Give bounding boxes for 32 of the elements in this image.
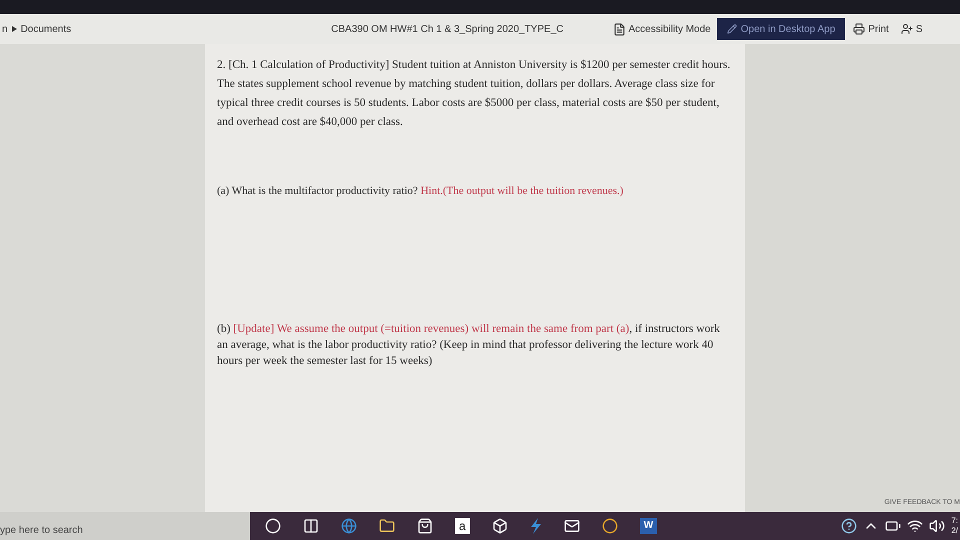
store-icon[interactable] bbox=[417, 518, 433, 534]
printer-icon bbox=[853, 23, 866, 35]
wifi-icon[interactable] bbox=[907, 518, 924, 534]
breadcrumb-item[interactable]: n bbox=[2, 22, 8, 36]
word-app-icon[interactable]: W bbox=[640, 518, 658, 534]
folder-icon[interactable] bbox=[379, 518, 395, 534]
speaker-icon[interactable] bbox=[929, 518, 946, 534]
accessibility-mode-button[interactable]: Accessibility Mode bbox=[613, 22, 711, 36]
breadcrumb-item[interactable]: Documents bbox=[20, 22, 72, 36]
question-text: (b) [Update] We assume the output (=tuition revenues) will remain the same from part (a), if instructors work an average, what is the labor productivity ratio? (Keep in mind that professor delivering the lecture work 40 hours per week the semester last for 15 weeks) bbox=[217, 322, 721, 369]
help-icon[interactable] bbox=[841, 518, 858, 534]
mail-icon[interactable] bbox=[564, 518, 580, 534]
document-title: CBA390 OM HW#1 Ch 1 & 3_Spring 2020_TYPE_C bbox=[331, 22, 564, 36]
problem-text: 2. [Ch. 1 Calculation of Productivity] Student tuition at Anniston University is $1200 per semester credit hours. The states supplement school revenue by matching student tuition, dollars per dollars. Average class size for typical three credit courses is 50 students. Labor costs are $5000 per class, material costs are $50 per student, and overhead cost are $40,000 per class. bbox=[217, 58, 732, 130]
task-view-icon[interactable] bbox=[303, 518, 319, 534]
person-add-icon bbox=[900, 23, 913, 35]
pencil-icon bbox=[726, 24, 737, 34]
cortana-icon[interactable] bbox=[265, 518, 281, 534]
lightning-icon[interactable] bbox=[530, 518, 542, 534]
browser-icon[interactable] bbox=[341, 518, 357, 534]
clock-time: 7: bbox=[951, 516, 958, 526]
open-in-desktop-app-button[interactable]: Open in Desktop App bbox=[716, 18, 846, 40]
question-text: What is the multifactor productivity ratio? bbox=[232, 185, 418, 197]
share-button[interactable]: S bbox=[900, 22, 922, 36]
chevron-icon bbox=[12, 26, 17, 32]
clock-date: 2/ bbox=[951, 526, 958, 536]
document-icon bbox=[613, 22, 626, 36]
search-field[interactable]: ype here to search bbox=[0, 512, 250, 540]
amazon-app-icon[interactable]: a bbox=[455, 518, 470, 534]
print-button[interactable]: Print bbox=[853, 22, 889, 36]
part-label: (a) bbox=[217, 185, 230, 197]
hint-text: Hint.(The output will be the tuition revenues.) bbox=[420, 185, 624, 197]
